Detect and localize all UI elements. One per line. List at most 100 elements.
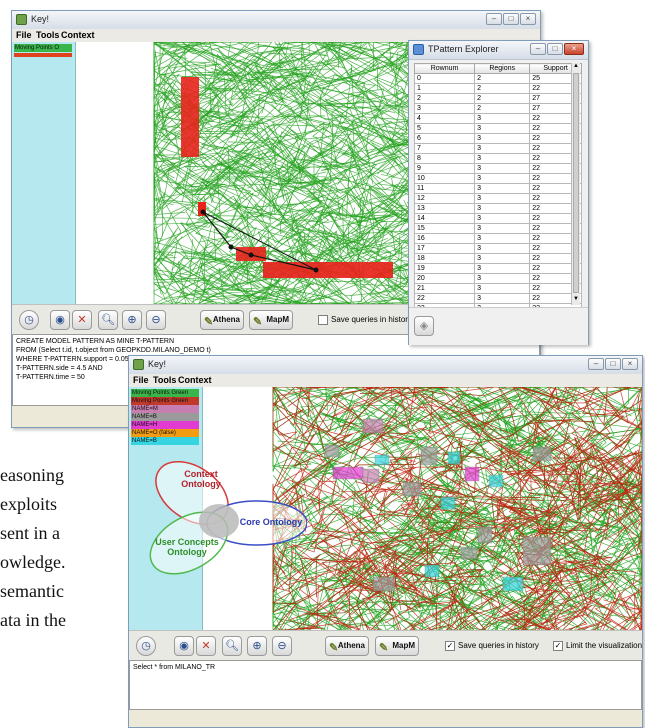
limit-visualization-checkbox[interactable]: ✓ Limit the visualization — [553, 641, 642, 651]
table-row[interactable]: 6 3 22 — [413, 133, 582, 144]
clock-button[interactable]: ◷ — [136, 636, 156, 656]
pattern-node — [200, 209, 206, 215]
menu-context[interactable]: Context — [61, 30, 95, 40]
table-row[interactable]: 4 3 22 — [413, 113, 582, 124]
legend-item[interactable]: NAME=M — [131, 405, 199, 413]
menu-file[interactable]: File — [16, 30, 32, 40]
table-cell: 9 — [413, 163, 476, 174]
table-row[interactable]: 3 2 27 — [413, 103, 582, 114]
legend-item[interactable]: Moving Points Green — [131, 397, 199, 405]
globe-button[interactable]: ◉ — [174, 636, 194, 656]
close-button[interactable]: × — [622, 358, 638, 370]
table-row[interactable]: 8 3 22 — [413, 153, 582, 164]
scroll-thumb[interactable] — [573, 73, 579, 293]
mapm-icon: ✎ — [379, 642, 389, 654]
table-row[interactable]: 14 3 22 — [413, 213, 582, 224]
save-history-checkbox[interactable]: Save queries in history — [318, 315, 412, 325]
minimize-button[interactable]: – — [588, 358, 604, 370]
background-text-line: owledge. — [0, 552, 66, 572]
zoom-out-button[interactable]: ⊖ — [272, 636, 292, 656]
table-cell: 3 — [474, 123, 531, 134]
table-cell: 3 — [474, 183, 531, 194]
table-row[interactable]: 7 3 22 — [413, 143, 582, 154]
table-row[interactable]: 13 3 22 — [413, 203, 582, 214]
title-bar[interactable]: Key! – □ × — [129, 356, 642, 375]
athena-button[interactable]: ✎ Athena — [325, 636, 369, 656]
legend-item[interactable]: NAME=B — [131, 437, 199, 445]
minimize-button[interactable]: – — [486, 13, 502, 25]
table-row[interactable]: 20 3 22 — [413, 273, 582, 284]
checkbox-box[interactable]: ✓ — [445, 641, 455, 651]
checkbox-box[interactable]: ✓ — [553, 641, 563, 651]
maximize-button[interactable]: □ — [503, 13, 519, 25]
globe-icon: ◉ — [179, 640, 189, 652]
zoom-button[interactable]: 🔍︎ — [98, 310, 118, 330]
table-row[interactable]: 9 3 22 — [413, 163, 582, 174]
table-row[interactable]: 0 2 25 — [413, 73, 582, 84]
table-row[interactable]: 1 2 22 — [413, 83, 582, 94]
close-button[interactable]: × — [520, 13, 536, 25]
tpattern-table: Rownum Regions Support 0 2 25 1 2 22 2 2 27 3 2 27 4 3 2… — [413, 63, 582, 324]
region-box — [440, 496, 456, 510]
clear-button[interactable]: ✕ — [72, 310, 92, 330]
mapm-button[interactable]: ✎ MapM — [375, 636, 419, 656]
menu-tools[interactable]: Tools — [153, 375, 176, 385]
legend-item[interactable]: NAME=B — [131, 413, 199, 421]
mapm-button[interactable]: ✎ MapM — [249, 310, 293, 330]
zoom-in-button[interactable]: ⊕ — [247, 636, 267, 656]
table-cell: 3 — [474, 253, 531, 264]
menu-context[interactable]: Context — [178, 375, 212, 385]
close-button[interactable]: × — [564, 43, 584, 55]
save-history-checkbox[interactable]: ✓ Save queries in history — [445, 641, 539, 651]
table-row[interactable]: 19 3 22 — [413, 263, 582, 274]
clock-button[interactable]: ◷ — [19, 310, 39, 330]
title-bar[interactable]: Key! – □ × — [12, 11, 540, 30]
table-cell: 11 — [413, 183, 476, 194]
menu-tools[interactable]: Tools — [36, 30, 59, 40]
athena-button[interactable]: ✎ Athena — [200, 310, 244, 330]
table-cell: 3 — [474, 153, 531, 164]
table-row[interactable]: 18 3 22 — [413, 253, 582, 264]
scroll-down-arrow[interactable]: ▼ — [572, 296, 580, 305]
column-header[interactable]: Rownum — [413, 63, 476, 74]
explorer-action-button[interactable]: ◈ — [414, 316, 434, 336]
legend-item[interactable]: NAME=H — [131, 421, 199, 429]
table-scrollbar[interactable]: ▲ ▼ — [571, 63, 580, 305]
clear-button[interactable]: ✕ — [196, 636, 216, 656]
table-row[interactable]: 10 3 22 — [413, 173, 582, 184]
checkbox-box[interactable] — [318, 315, 328, 325]
table-row[interactable]: 5 3 22 — [413, 123, 582, 134]
globe-button[interactable]: ◉ — [50, 310, 70, 330]
minimize-button[interactable]: – — [530, 43, 546, 55]
table-row[interactable]: 2 2 27 — [413, 93, 582, 104]
menu-file[interactable]: File — [133, 375, 149, 385]
table-row[interactable]: 16 3 22 — [413, 233, 582, 244]
zoom-out-button[interactable]: ⊖ — [146, 310, 166, 330]
clock-icon: ◷ — [141, 640, 151, 652]
table-row[interactable]: 17 3 22 — [413, 243, 582, 254]
zoom-in-button[interactable]: ⊕ — [122, 310, 142, 330]
table-row[interactable]: 12 3 22 — [413, 193, 582, 204]
background-text-line: ata in the — [0, 610, 66, 630]
legend-item[interactable]: NAME=O (false) — [131, 429, 199, 437]
table-cell: 3 — [413, 103, 476, 114]
table-row[interactable]: 22 3 22 — [413, 293, 582, 304]
legend-item[interactable] — [14, 53, 72, 57]
title-bar[interactable]: TPattern Explorer – □ × — [409, 41, 588, 60]
scroll-up-arrow[interactable]: ▲ — [572, 63, 580, 72]
region-box — [477, 526, 493, 544]
globe-icon: ◉ — [55, 314, 65, 326]
legend-item[interactable]: Moving Points Green — [131, 389, 199, 397]
table-cell: 3 — [474, 293, 531, 304]
legend-item[interactable]: Moving Points O — [14, 44, 72, 52]
maximize-button[interactable]: □ — [605, 358, 621, 370]
table-row[interactable]: 21 3 22 — [413, 283, 582, 294]
maximize-button[interactable]: □ — [547, 43, 563, 55]
query-textarea[interactable]: Select * from MILANO_TR — [129, 660, 642, 710]
table-row[interactable]: 11 3 22 — [413, 183, 582, 194]
user-ontology-label: User Concepts Ontology — [155, 537, 219, 557]
table-row[interactable]: 15 3 22 — [413, 223, 582, 234]
column-header[interactable]: Regions — [474, 63, 531, 74]
zoom-button[interactable]: 🔍︎ — [222, 636, 242, 656]
window-title: Key! — [148, 359, 167, 369]
